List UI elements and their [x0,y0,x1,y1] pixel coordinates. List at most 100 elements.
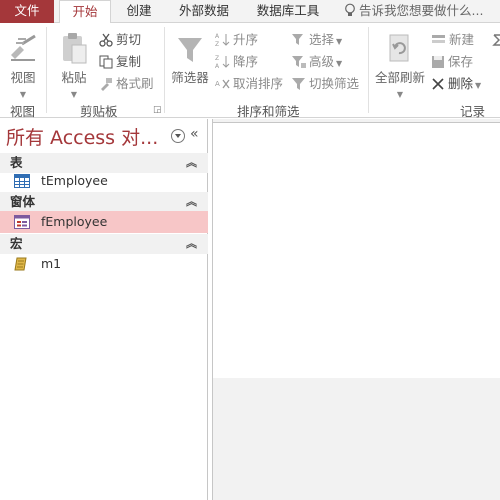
filter-button[interactable]: 筛选器 [170,27,210,86]
tab-external-data[interactable]: 外部数据 [171,0,237,23]
chevron-down-icon: ▼ [19,90,27,99]
lightbulb-icon [345,3,355,16]
chevron-down-icon: ▼ [396,90,404,99]
design-view-icon [11,34,36,61]
paste-button[interactable]: 粘贴 ▼ [57,27,91,99]
navigation-pane: 所有 Access 对... « 表 ︽ tEmployee 窗体 ︽ fEmp… [0,119,208,500]
ribbon-tab-bar: 文件 开始 创建 外部数据 数据库工具 告诉我您想要做什么... [0,0,500,24]
group-label-sort-filter: 排序和筛选 [237,104,300,119]
svg-text:A: A [215,33,220,40]
delete-x-icon [432,78,444,90]
delete-record-button[interactable]: 删除 ▼ [431,74,481,94]
dialog-launcher-icon[interactable]: ◲ [153,105,162,115]
svg-text:A: A [215,63,220,69]
sort-ascending-button[interactable]: A Z 升序 [215,30,258,50]
nav-item-label: tEmployee [41,173,108,188]
copy-label: 复制 [116,54,142,69]
selection-filter-icon [292,34,303,45]
sort-descending-label: 降序 [233,54,259,69]
format-painter-label: 格式刷 [116,76,154,91]
nav-item-femployee[interactable]: fEmployee [0,211,208,233]
remove-sort-button[interactable]: A 取消排序 [215,74,283,94]
toggle-filter-label: 切换筛选 [309,76,360,91]
macro-icon [14,257,27,271]
refresh-all-icon [389,34,409,62]
filter-label: 筛选器 [171,70,209,85]
navigation-pane-title[interactable]: 所有 Access 对... [6,123,158,150]
tab-home[interactable]: 开始 [59,0,111,24]
sort-ascending-label: 升序 [233,32,259,47]
new-record-label: 新建 [449,32,475,47]
chevron-down-icon: ▼ [336,37,343,46]
delete-record-label: 删除 [448,76,474,91]
view-label: 视图 [10,70,36,85]
format-painter-button[interactable]: 格式刷 [99,74,154,94]
refresh-all-label: 全部刷新 [374,70,425,85]
svg-text:A: A [215,80,220,88]
format-painter-icon [101,78,112,91]
collapse-group-icon[interactable]: ︽ [186,192,197,212]
form-icon [14,215,30,229]
advanced-filter-icon [292,56,306,68]
remove-sort-label: 取消排序 [233,76,284,91]
save-record-label: 保存 [448,54,474,69]
shutter-bar-collapse-icon[interactable]: « [190,126,199,142]
save-icon [432,56,444,68]
view-button[interactable]: 视图 ▼ [6,27,40,99]
nav-group-macros[interactable]: 宏 ︽ [0,234,208,254]
nav-item-temployee[interactable]: tEmployee [0,170,208,192]
ribbon: 视图 ▼ 视图 粘贴 ▼ 剪切 复制 格式刷 剪贴板 ◲ 筛选器 A Z 升序 … [0,23,500,119]
nav-group-label: 窗体 [10,194,36,209]
nav-item-m1[interactable]: m1 [0,253,208,275]
tell-me-box[interactable]: 告诉我您想要做什么... [344,0,483,23]
tell-me-text: 告诉我您想要做什么... [359,3,484,18]
paste-icon [63,33,87,64]
copy-icon [99,55,113,69]
nav-menu-dropdown-icon[interactable] [171,129,185,143]
nav-group-forms[interactable]: 窗体 ︽ [0,192,208,212]
document-work-area [212,119,500,500]
tab-create[interactable]: 创建 [114,0,164,23]
chevron-down-icon: ▼ [475,81,482,90]
chevron-down-icon: ▼ [336,59,343,68]
sort-descending-button[interactable]: Z A 降序 [215,52,258,72]
filter-funnel-icon [178,38,202,62]
cut-button[interactable]: 剪切 [99,30,141,50]
navigation-pane-header[interactable]: 所有 Access 对... « [0,119,208,153]
document-canvas[interactable] [213,122,500,378]
group-label-views: 视图 [10,104,36,119]
collapse-group-icon[interactable]: ︽ [186,234,197,254]
svg-text:Z: Z [215,55,219,62]
toggle-filter-icon [292,78,305,90]
new-record-button[interactable]: 新建 [431,30,474,50]
group-separator [46,27,47,113]
nav-item-label: fEmployee [41,214,108,229]
sort-descending-icon: Z A [215,55,230,70]
toggle-filter-button[interactable]: 切换筛选 [291,74,359,94]
totals-button-partial[interactable] [492,30,500,50]
refresh-all-button[interactable]: 全部刷新 ▼ [374,27,426,99]
sort-ascending-icon: A Z [215,33,230,48]
group-separator [164,27,165,113]
group-separator [368,27,369,113]
table-icon [14,174,30,188]
copy-button[interactable]: 复制 [99,52,141,72]
chevron-down-icon: ▼ [70,90,78,99]
remove-sort-icon: A [215,79,230,89]
group-label-clipboard: 剪贴板 [80,104,118,119]
cut-label: 剪切 [116,32,142,47]
nav-item-label: m1 [41,256,62,271]
sigma-icon [492,34,500,46]
advanced-filter-button[interactable]: 高级 ▼ [291,52,342,72]
group-label-records: 记录 [460,104,486,119]
new-record-icon [432,35,445,43]
nav-group-label: 宏 [10,236,23,251]
tab-file[interactable]: 文件 [0,0,54,23]
scissors-icon [99,33,113,47]
svg-text:Z: Z [215,41,219,47]
advanced-label: 高级 [309,54,335,69]
selection-button[interactable]: 选择 ▼ [291,30,342,50]
tab-database-tools[interactable]: 数据库工具 [248,0,328,23]
save-record-button[interactable]: 保存 [431,52,473,72]
nav-group-label: 表 [10,155,23,170]
